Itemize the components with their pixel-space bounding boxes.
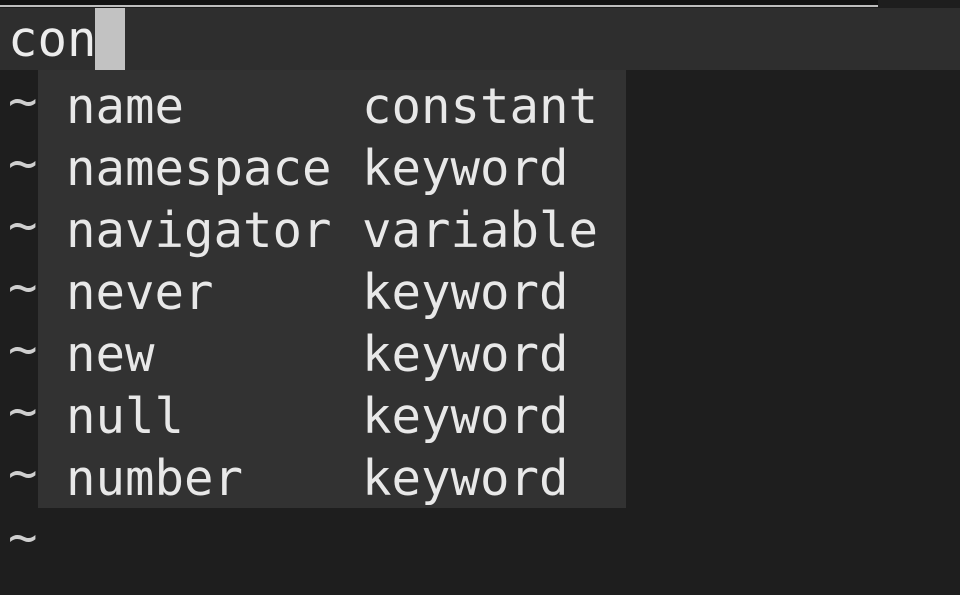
empty-line-marker: ~ <box>8 135 38 192</box>
completion-item-word: never <box>66 264 214 321</box>
completion-item-word: null <box>66 388 185 445</box>
empty-line-marker: ~ <box>8 383 38 440</box>
completion-item[interactable]: never keyword <box>38 260 626 322</box>
completion-item[interactable]: name constant <box>38 74 626 136</box>
empty-line-marker: ~ <box>8 445 38 502</box>
completion-item-kind: keyword <box>362 264 569 321</box>
empty-line-marker: ~ <box>8 321 38 378</box>
completion-item[interactable]: number keyword <box>38 446 626 508</box>
window-top-border <box>0 0 878 7</box>
completion-popup: name constant namespace keyword navigato… <box>38 70 626 508</box>
completion-item[interactable]: null keyword <box>38 384 626 446</box>
completion-item-word: number <box>66 450 244 507</box>
completion-item[interactable]: navigator variable <box>38 198 626 260</box>
completion-item-word: namespace <box>66 140 332 197</box>
empty-line-marker: ~ <box>8 73 38 130</box>
current-line-highlight <box>0 8 960 70</box>
completion-item[interactable]: new keyword <box>38 322 626 384</box>
completion-item-word: navigator <box>66 202 332 259</box>
completion-item-kind: keyword <box>362 450 569 507</box>
completion-item[interactable]: namespace keyword <box>38 136 626 198</box>
completion-item-kind: keyword <box>362 140 569 197</box>
text-cursor <box>95 8 125 70</box>
empty-line-marker: ~ <box>8 509 38 566</box>
empty-line-marker: ~ <box>8 197 38 254</box>
completion-item-word: new <box>66 326 155 383</box>
completion-item-kind: keyword <box>362 388 569 445</box>
completion-item-kind: variable <box>362 202 599 259</box>
empty-line-marker: ~ <box>8 259 38 316</box>
completion-item-word: name <box>66 78 185 135</box>
completion-item-kind: keyword <box>362 326 569 383</box>
current-line-text[interactable]: con <box>8 10 97 70</box>
completion-item-kind: constant <box>362 78 599 135</box>
